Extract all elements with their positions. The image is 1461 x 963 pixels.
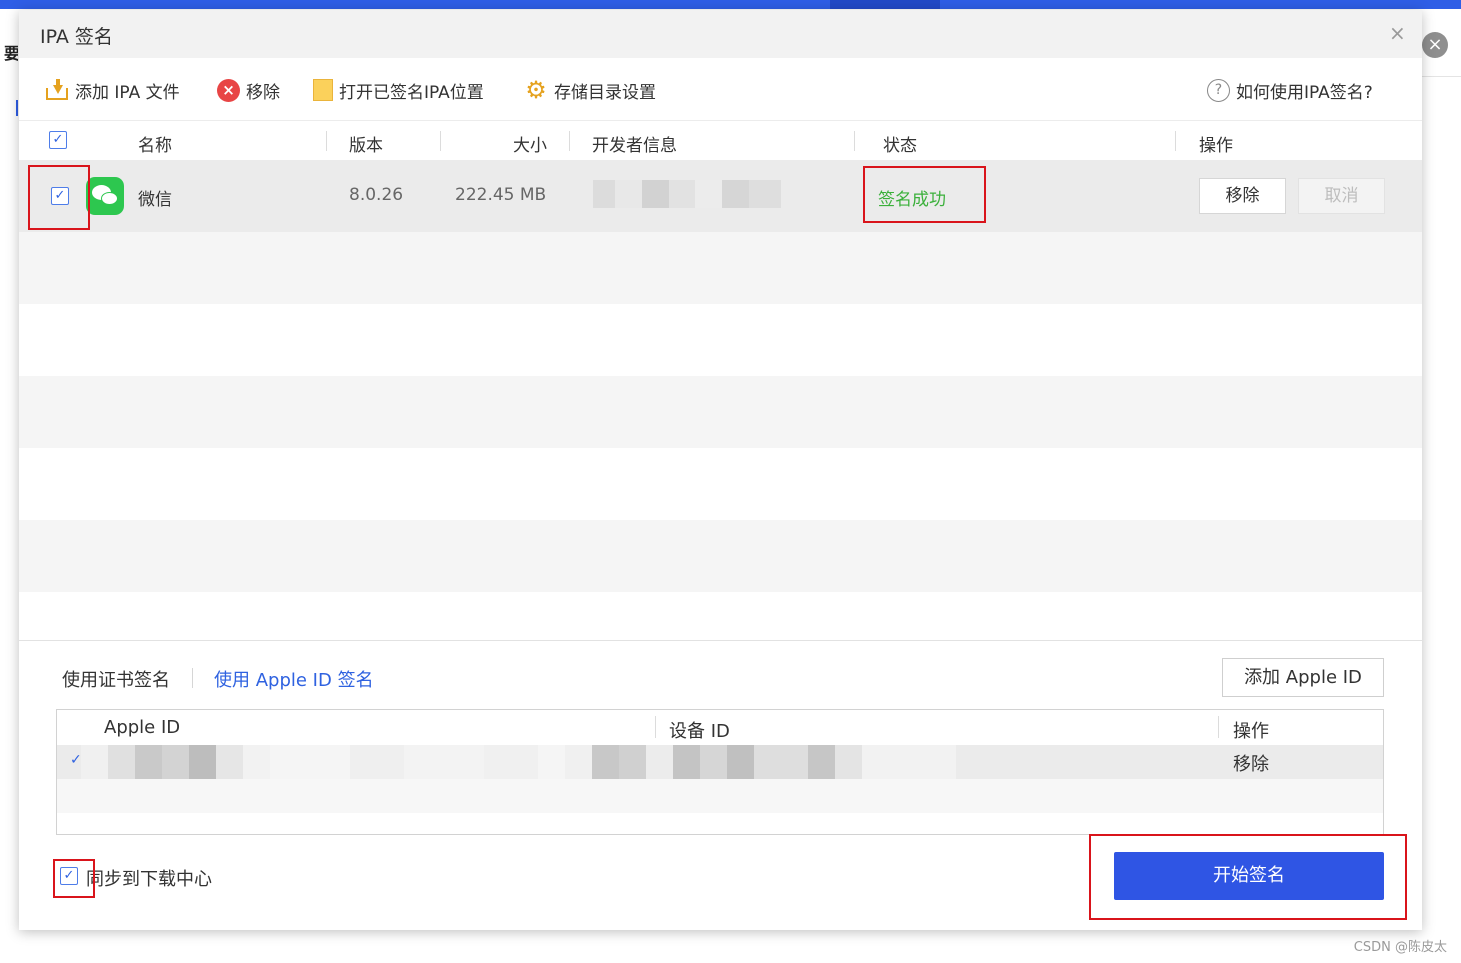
apple-id-remove-button[interactable]: 移除 [1233,750,1269,776]
background-top-bar-segment [830,0,940,9]
empty-row [19,376,1422,448]
empty-row [19,448,1422,520]
select-all-checkbox[interactable]: ✓ [49,131,67,149]
empty-row [19,304,1422,376]
header-separator [1175,131,1176,151]
highlight-start-button [1089,834,1407,920]
watermark: CSDN @陈皮太 [1353,940,1447,955]
help-icon: ? [1207,78,1230,102]
app-size: 222.45 MB [455,185,547,205]
header-size: 大小 [513,136,547,156]
app-name: 微信 [138,190,172,210]
toolbar: 添加 IPA 文件 × 移除 打开已签名IPA位置 ⚙ 存储目录设置 ? 如何使… [19,68,1422,112]
help-link[interactable]: ? 如何使用IPA签名? [1207,76,1373,104]
add-apple-id-button[interactable]: 添加 Apple ID [1222,658,1384,697]
tab-certificate-sign[interactable]: 使用证书签名 [62,666,170,692]
wechat-icon [86,177,124,215]
storage-settings-label: 存储目录设置 [554,82,656,103]
table-row[interactable]: ✓ 微信 8.0.26 222.45 MB 签名成功 移除 取消 [19,160,1422,232]
section-divider [19,640,1422,641]
row-remove-button[interactable]: 移除 [1199,178,1286,214]
app-version: 8.0.26 [349,185,404,205]
selected-check-icon: ✓ [70,752,82,768]
header-separator [655,716,656,738]
ipa-sign-dialog: IPA 签名 × 添加 IPA 文件 × 移除 打开已签名IPA位置 ⚙ 存储目… [19,10,1422,930]
folder-icon [313,79,333,101]
header-separator [326,131,327,151]
sync-label: 同步到下载中心 [86,869,212,890]
background-close-icon[interactable]: × [1422,32,1448,58]
header-developer: 开发者信息 [592,136,677,156]
remove-button[interactable]: × 移除 [217,76,280,104]
highlight-row-checkbox [28,165,90,230]
highlight-sync-checkbox [53,859,95,898]
empty-row [19,520,1422,592]
apple-id-table: Apple ID 设备 ID 操作 ✓ 移除 [56,709,1384,835]
tab-separator [192,668,193,688]
add-ipa-button[interactable]: 添加 IPA 文件 [45,76,180,104]
remove-label: 移除 [246,82,280,103]
background-divider [1422,76,1461,77]
dialog-title: IPA 签名 [40,26,113,48]
developer-info-redacted [593,180,781,208]
row-cancel-button[interactable]: 取消 [1298,178,1385,214]
dialog-titlebar: IPA 签名 × [19,10,1422,58]
empty-row [19,232,1422,304]
add-ipa-label: 添加 IPA 文件 [75,82,180,103]
close-icon[interactable]: × [1389,22,1406,44]
header-apple-id: Apple ID [104,717,181,738]
background-left-marker [16,100,18,116]
add-file-icon [45,79,69,101]
header-separator [440,131,441,151]
remove-icon: × [217,78,240,102]
header-apple-actions: 操作 [1233,721,1269,742]
open-signed-label: 打开已签名IPA位置 [339,82,484,103]
background-top-bar [0,0,1461,9]
storage-settings-button[interactable]: ⚙ 存储目录设置 [524,76,656,104]
header-separator [1218,716,1219,738]
header-name: 名称 [138,136,172,156]
apple-id-row[interactable]: ✓ 移除 [57,745,1383,779]
open-signed-location-button[interactable]: 打开已签名IPA位置 [313,76,484,104]
background-left-text: 要 [4,44,18,63]
help-label: 如何使用IPA签名? [1236,82,1373,103]
header-separator [569,131,570,151]
header-status: 状态 [883,136,917,156]
apple-id-table-header: Apple ID 设备 ID 操作 [57,710,1383,746]
header-device-id: 设备 ID [669,721,730,742]
tab-apple-id-sign[interactable]: 使用 Apple ID 签名 [214,666,374,692]
header-actions: 操作 [1199,136,1233,156]
empty-apple-id-row [57,779,1383,813]
gear-icon: ⚙ [525,76,547,104]
highlight-status [863,166,986,223]
header-version: 版本 [349,136,383,156]
file-table-header: ✓ 名称 版本 大小 开发者信息 状态 操作 [19,120,1422,160]
header-separator [854,131,855,151]
apple-id-redacted [81,745,1021,779]
